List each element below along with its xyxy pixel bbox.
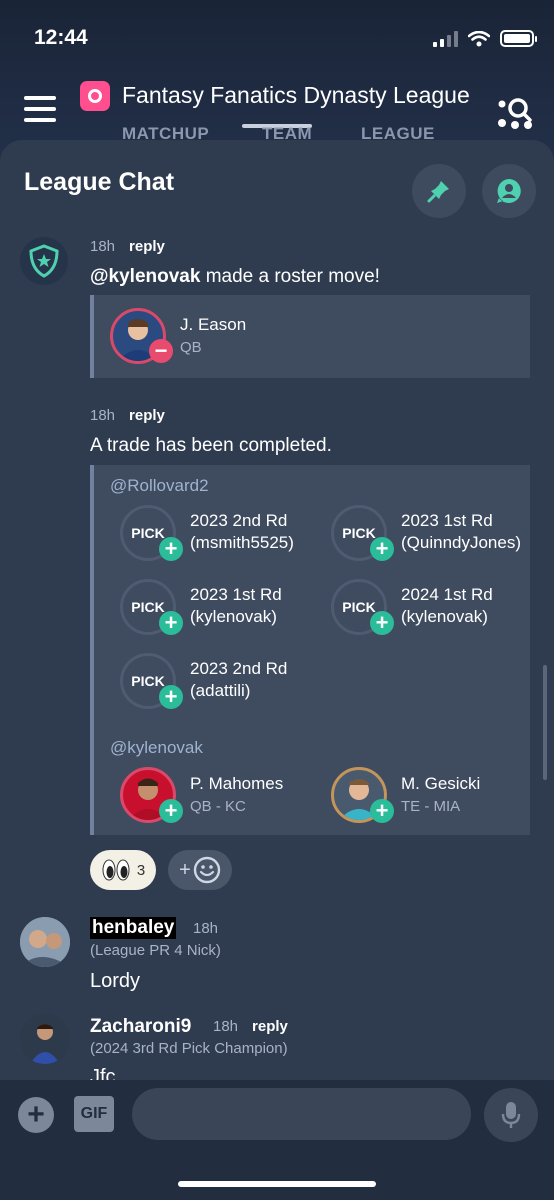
add-badge-icon: + (159, 537, 183, 561)
remove-badge-icon: − (149, 339, 173, 363)
eyes-emoji-icon (102, 859, 130, 881)
league-chat-sheet: League Chat 18h reply @kylenovak made a r… (0, 140, 554, 1080)
reply-link[interactable]: reply (252, 1018, 288, 1035)
pick-detail: 2023 2nd Rd (adattili) (190, 659, 288, 700)
message-time: 18h (193, 920, 219, 937)
pick-detail: 2023 1st Rd (QuinndyJones) (401, 511, 522, 552)
add-reaction-button[interactable]: + (168, 850, 232, 890)
add-badge-icon: + (370, 611, 394, 635)
pick-detail: 2024 1st Rd (kylenovak) (401, 585, 493, 626)
smiley-icon (193, 856, 221, 884)
top-app-bar: 12:44 Fantasy Fanatics Dynasty League MA… (0, 0, 554, 160)
add-badge-icon: + (159, 685, 183, 709)
add-badge-icon: + (159, 799, 183, 823)
message-meta: 18h reply (90, 407, 165, 424)
trade-card[interactable]: @Rollovard2 PICK + 2023 2nd Rd (msmith552… (90, 465, 530, 835)
add-badge-icon: + (370, 537, 394, 561)
pin-button[interactable] (412, 164, 466, 218)
message-text: @kylenovak made a roster move! (90, 266, 380, 287)
cellular-signal-icon (433, 30, 458, 47)
message-text: Jfc (90, 1066, 116, 1080)
chat-title: League Chat (24, 168, 175, 196)
player-position: QB (180, 339, 202, 356)
trade-side-user[interactable]: @kylenovak (110, 738, 203, 758)
username[interactable]: henbaley (90, 917, 177, 939)
pin-icon (427, 181, 449, 203)
player-name: P. Mahomes (190, 774, 284, 793)
search-people-icon[interactable] (496, 96, 534, 130)
home-indicator (178, 1181, 376, 1187)
add-attachment-button[interactable]: + (18, 1097, 54, 1133)
mention[interactable]: @kylenovak (90, 266, 200, 287)
player-position: QB - KC (190, 798, 246, 815)
user-avatar[interactable] (20, 917, 70, 967)
reply-link[interactable]: reply (129, 407, 165, 424)
message-time: 18h (90, 238, 116, 255)
reaction-eyes[interactable]: 3 (90, 850, 156, 890)
microphone-icon (501, 1102, 521, 1128)
menu-icon[interactable] (24, 96, 56, 129)
user-subtitle: (League PR 4 Nick) (90, 942, 221, 959)
gif-button[interactable]: GIF (74, 1096, 114, 1132)
message-meta: 18h reply (90, 238, 165, 255)
voice-button[interactable] (484, 1088, 538, 1142)
player-position: TE - MIA (401, 798, 461, 815)
reaction-count: 3 (136, 861, 146, 879)
scrollbar[interactable] (543, 665, 547, 780)
message-time: 18h (213, 1018, 239, 1035)
add-badge-icon: + (370, 799, 394, 823)
player-name: J. Eason (180, 315, 247, 334)
trade-side-user[interactable]: @Rollovard2 (110, 476, 209, 496)
message-text: A trade has been completed. (90, 435, 332, 456)
battery-icon (500, 30, 537, 47)
status-time: 12:44 (34, 26, 88, 49)
status-icons (433, 30, 537, 47)
message-meta: 18h reply (213, 1018, 288, 1035)
message-input[interactable] (132, 1088, 471, 1140)
wifi-icon (468, 30, 490, 46)
league-title[interactable]: Fantasy Fanatics Dynasty League (122, 82, 470, 109)
message-text: Lordy (90, 970, 141, 992)
shield-star-icon (29, 244, 59, 278)
pick-detail: 2023 2nd Rd (msmith5525) (190, 511, 294, 552)
pick-detail: 2023 1st Rd (kylenovak) (190, 585, 282, 626)
league-logo-icon (80, 81, 110, 111)
reply-link[interactable]: reply (129, 238, 165, 255)
members-button[interactable] (482, 164, 536, 218)
league-bot-avatar (20, 237, 68, 285)
roster-move-card[interactable]: − J. Eason QB (90, 295, 530, 378)
user-subtitle: (2024 3rd Rd Pick Champion) (90, 1040, 288, 1057)
player-name: M. Gesicki (401, 774, 481, 793)
message-time: 18h (90, 407, 116, 424)
add-badge-icon: + (159, 611, 183, 635)
username[interactable]: Zacharoni9 (90, 1016, 191, 1038)
user-avatar[interactable] (20, 1014, 70, 1064)
person-bubble-icon (497, 179, 521, 203)
